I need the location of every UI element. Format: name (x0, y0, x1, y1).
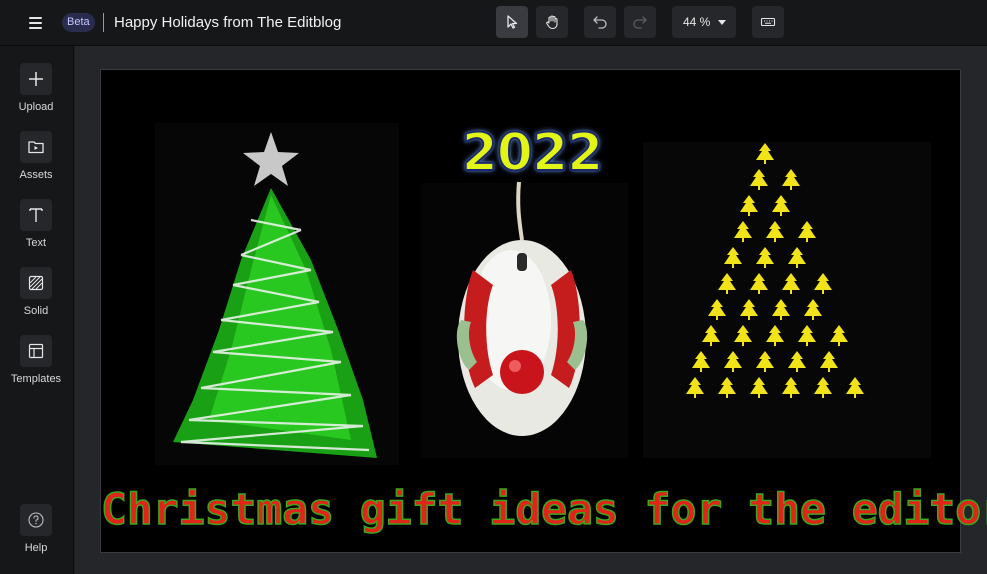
small-gold-tree-trunk (758, 186, 760, 190)
help-icon-box (20, 504, 52, 536)
keyboard-shortcuts-button[interactable] (752, 6, 784, 38)
small-gold-tree-trunk (828, 368, 830, 372)
small-gold-tree-trunk (694, 394, 696, 398)
text-icon-box (20, 199, 52, 231)
small-gold-tree-trunk (806, 342, 808, 346)
small-gold-tree-trunk (710, 342, 712, 346)
sidebar-item-templates[interactable]: Templates (0, 335, 74, 397)
solid-icon-box (20, 267, 52, 299)
small-gold-tree-trunk (764, 160, 766, 164)
small-gold-tree-trunk (726, 290, 728, 294)
sidebar-item-label: Templates (10, 373, 62, 385)
small-gold-tree-trunk (790, 186, 792, 190)
small-gold-tree-trunk (790, 394, 792, 398)
sidebar-item-label: Upload (18, 101, 54, 113)
sidebar-item-assets[interactable]: Assets (0, 131, 74, 193)
small-gold-tree-trunk (812, 316, 814, 320)
plus-icon (29, 72, 43, 86)
layout-icon (28, 343, 44, 359)
red-button-icon (500, 350, 544, 394)
small-gold-tree-trunk (742, 342, 744, 346)
small-gold-tree-trunk (748, 316, 750, 320)
sidebar-item-help[interactable]: Help (0, 504, 74, 566)
question-circle-icon (28, 512, 44, 528)
undo-icon (593, 16, 607, 29)
sidebar-item-label: Solid (23, 305, 49, 317)
gold-tree-panel[interactable] (643, 142, 931, 458)
templates-icon-box (20, 335, 52, 367)
assets-icon-box (20, 131, 52, 163)
hamburger-menu-icon[interactable] (22, 13, 50, 33)
small-gold-tree-trunk (774, 238, 776, 242)
zoom-value: 44 % (683, 15, 711, 29)
redo-icon (633, 16, 647, 29)
small-gold-tree-trunk (854, 394, 856, 398)
zoom-dropdown[interactable]: 44 % (672, 6, 736, 38)
small-gold-tree-trunk (774, 342, 776, 346)
document-title[interactable]: Happy Holidays from The Editblog (114, 14, 341, 31)
small-gold-tree-trunk (780, 316, 782, 320)
undo-button[interactable] (584, 6, 616, 38)
small-gold-tree-trunk (742, 238, 744, 242)
sidebar-item-label: Text (25, 237, 47, 249)
small-gold-tree-trunk (780, 212, 782, 216)
small-gold-tree-trunk (732, 264, 734, 268)
small-gold-tree-trunk (726, 394, 728, 398)
sidebar-item-upload[interactable]: Upload (0, 63, 74, 125)
keyboard-icon (760, 17, 776, 27)
beta-badge: Beta (62, 13, 95, 32)
text-t-icon (29, 208, 43, 222)
small-gold-tree-trunk (732, 368, 734, 372)
sidebar-item-label: Assets (19, 169, 53, 181)
small-gold-tree-trunk (764, 368, 766, 372)
small-gold-tree-trunk (748, 212, 750, 216)
sidebar-item-solid[interactable]: Solid (0, 267, 74, 329)
cursor-arrow-icon (507, 15, 518, 29)
upload-icon-box (20, 63, 52, 95)
folder-play-icon (28, 141, 44, 154)
small-gold-tree-trunk (822, 290, 824, 294)
small-gold-tree-trunk (822, 394, 824, 398)
design-canvas[interactable]: 2022 Christmas gift ideas for the editor… (100, 69, 987, 553)
small-gold-tree-trunk (806, 238, 808, 242)
sidebar-item-label: Help (24, 542, 48, 554)
small-gold-tree-trunk (758, 394, 760, 398)
select-tool-button[interactable] (496, 6, 528, 38)
small-gold-tree-trunk (764, 264, 766, 268)
small-gold-tree-trunk (838, 342, 840, 346)
redo-button[interactable] (624, 6, 656, 38)
small-gold-tree-trunk (758, 290, 760, 294)
left-sidebar: Upload Assets Text Solid Templates Help (0, 46, 74, 574)
top-bar: Beta Happy Holidays from The Editblog 44… (0, 0, 987, 46)
caption-text[interactable]: Christmas gift ideas for the editor. (100, 484, 987, 536)
small-gold-tree-trunk (796, 368, 798, 372)
small-gold-tree-trunk (790, 290, 792, 294)
hand-tool-button[interactable] (536, 6, 568, 38)
hatched-square-icon (28, 275, 44, 291)
hand-icon (546, 15, 558, 30)
small-gold-tree-trunk (700, 368, 702, 372)
year-text[interactable]: 2022 (438, 122, 626, 184)
small-gold-tree-trunk (716, 316, 718, 320)
small-gold-tree-trunk (796, 264, 798, 268)
sidebar-item-text[interactable]: Text (0, 199, 74, 261)
title-divider (103, 13, 104, 32)
chevron-down-icon (718, 20, 726, 25)
